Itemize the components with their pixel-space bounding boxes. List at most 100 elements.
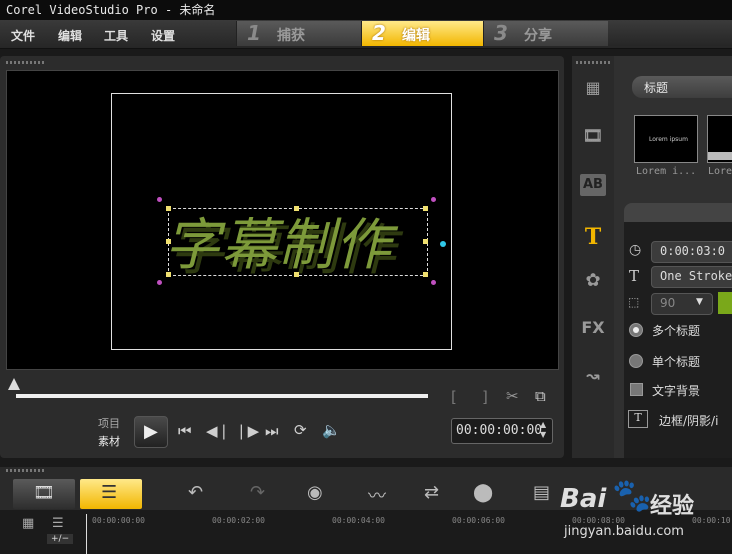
tab-capture[interactable]: 1 捕获 <box>236 21 361 46</box>
options-header[interactable] <box>624 203 732 223</box>
subtitle-editor-icon[interactable]: ▤ <box>533 482 550 503</box>
library-category-dropdown[interactable]: 标题 <box>632 76 732 98</box>
volume-icon[interactable]: 🔈 <box>322 421 341 439</box>
next-frame-icon[interactable]: ❘▶ <box>235 422 259 440</box>
resize-handle-r[interactable] <box>423 239 428 244</box>
tab-edit[interactable]: 2 编辑 <box>361 21 483 46</box>
library-grip[interactable] <box>576 61 610 64</box>
font-size-value: 90 <box>660 296 676 310</box>
paw-icon: 🐾 <box>612 476 652 514</box>
rotate-handle-tl[interactable] <box>157 197 162 202</box>
auto-music-icon[interactable]: ⇄ <box>424 482 439 503</box>
title-bar: Corel VideoStudio Pro - 未命名 <box>0 0 732 20</box>
chapter-cue-icon[interactable]: ☰ <box>52 516 64 531</box>
split-clip-icon[interactable]: ✂ <box>506 387 519 405</box>
text-background-checkbox[interactable] <box>630 383 643 396</box>
thumbnail-bar <box>708 152 732 160</box>
border-shadow-label[interactable]: 边框/阴影/i <box>659 412 718 429</box>
resize-handle-t[interactable] <box>294 206 299 211</box>
audio-mixer-icon[interactable]: 〰 <box>368 482 386 508</box>
mark-in-icon[interactable]: [ <box>451 388 457 406</box>
font-value: One Stroke <box>660 269 732 283</box>
skew-handle[interactable] <box>440 241 446 247</box>
rotate-handle-tr[interactable] <box>431 197 436 202</box>
preview-scrubber[interactable] <box>16 394 428 398</box>
resize-handle-bl[interactable] <box>166 272 171 277</box>
library-category-strip <box>572 56 614 458</box>
tab-edit-label: 编辑 <box>402 28 430 44</box>
menu-settings[interactable]: 设置 <box>151 27 175 44</box>
resize-handle-br[interactable] <box>423 272 428 277</box>
motion-tracking-icon[interactable]: ⬤ <box>473 482 493 503</box>
menu-file[interactable]: 文件 <box>11 27 35 44</box>
timecode-field[interactable]: 00:00:00:00 ▲ ▼ <box>451 418 553 444</box>
tab-share[interactable]: 3 分享 <box>483 21 608 46</box>
play-button[interactable]: ▶ <box>134 416 168 448</box>
path-icon[interactable]: ↝ <box>580 366 606 388</box>
mode-project-label[interactable]: 项目 <box>98 415 120 431</box>
font-icon: T <box>629 267 640 285</box>
timeline-grip[interactable] <box>6 469 46 472</box>
mark-out-icon[interactable]: ] <box>482 388 488 406</box>
playhead-line[interactable] <box>86 514 87 554</box>
timecode-down-icon[interactable]: ▼ <box>540 430 546 439</box>
media-library-icon[interactable]: ▦ <box>580 78 606 100</box>
rotate-handle-bl[interactable] <box>157 280 162 285</box>
zoom-control[interactable]: +/− <box>47 534 74 544</box>
duration-value: 0:00:03:0 <box>660 244 726 258</box>
title-selection-box[interactable] <box>168 208 428 276</box>
multi-title-radio[interactable] <box>629 323 643 337</box>
go-to-end-icon[interactable]: ⏭ <box>265 422 279 440</box>
title-thumbnail-2[interactable] <box>707 115 732 163</box>
resize-handle-b[interactable] <box>294 272 299 277</box>
single-title-label: 单个标题 <box>652 355 701 369</box>
thumbnail-caption-1: Lorem i... <box>636 166 697 177</box>
tab-share-label: 分享 <box>524 28 552 44</box>
tick-label-2: 00:00:04:00 <box>332 516 385 525</box>
font-select[interactable]: One Stroke <box>651 266 732 288</box>
duration-field[interactable]: 0:00:03:0 <box>651 241 732 263</box>
font-size-select[interactable]: 90 ▼ <box>651 293 713 315</box>
tab-edit-number: 2 <box>372 21 386 45</box>
storyboard-view-button[interactable]: 🎞 <box>13 479 75 509</box>
baidu-watermark: Bai 🐾 经验 jingyan.baidu.com <box>560 470 732 554</box>
transition-icon[interactable]: AB <box>580 174 606 196</box>
thumbnail-caption-2: Lore <box>708 166 732 177</box>
go-to-start-icon[interactable]: ⏮ <box>178 422 192 440</box>
instant-project-icon[interactable]: 🎞 <box>580 126 606 148</box>
color-swatch[interactable] <box>718 292 732 314</box>
chevron-down-icon: ▼ <box>696 297 703 307</box>
undo-icon[interactable]: ↶ <box>188 482 203 503</box>
filter-fx-icon[interactable]: FX <box>580 318 606 340</box>
title-thumbnail-1[interactable]: Lorem ipsum <box>634 115 698 163</box>
tick-label-3: 00:00:06:00 <box>452 516 505 525</box>
enlarge-preview-icon[interactable]: ⧉ <box>535 387 546 405</box>
record-capture-icon[interactable]: ◉ <box>307 482 323 503</box>
thumbnail-preview-text: Lorem ipsum <box>649 136 688 143</box>
tick-label-0: 00:00:00:00 <box>92 516 145 525</box>
timecode-up-icon[interactable]: ▲ <box>540 420 546 429</box>
filmstrip-icon: 🎞 <box>33 483 55 503</box>
rotate-handle-br[interactable] <box>431 280 436 285</box>
previous-frame-icon[interactable]: ◀❘ <box>206 422 230 440</box>
preview-grip[interactable] <box>6 61 46 64</box>
menu-tools[interactable]: 工具 <box>104 27 128 44</box>
title-category-icon[interactable]: T <box>580 224 606 250</box>
graphic-icon[interactable]: ✿ <box>580 270 606 292</box>
resize-handle-tr[interactable] <box>423 206 428 211</box>
border-shadow-icon[interactable]: T <box>628 410 648 428</box>
track-manager-icon[interactable]: ▦ <box>22 516 34 531</box>
timeline-view-button[interactable]: ☰ <box>80 479 142 509</box>
watermark-url: jingyan.baidu.com <box>564 524 684 539</box>
tab-capture-number: 1 <box>247 21 261 45</box>
watermark-brand-2: 经验 <box>650 494 695 519</box>
redo-icon[interactable]: ↷ <box>250 482 265 503</box>
resize-handle-tl[interactable] <box>166 206 171 211</box>
resize-handle-l[interactable] <box>166 239 171 244</box>
mode-clip-label[interactable]: 素材 <box>98 433 120 449</box>
clock-icon: ◷ <box>629 242 642 258</box>
single-title-radio[interactable] <box>629 354 643 368</box>
menu-edit[interactable]: 编辑 <box>58 27 82 44</box>
scrubber-thumb[interactable] <box>8 378 20 390</box>
repeat-icon[interactable]: ⟳ <box>294 421 307 439</box>
